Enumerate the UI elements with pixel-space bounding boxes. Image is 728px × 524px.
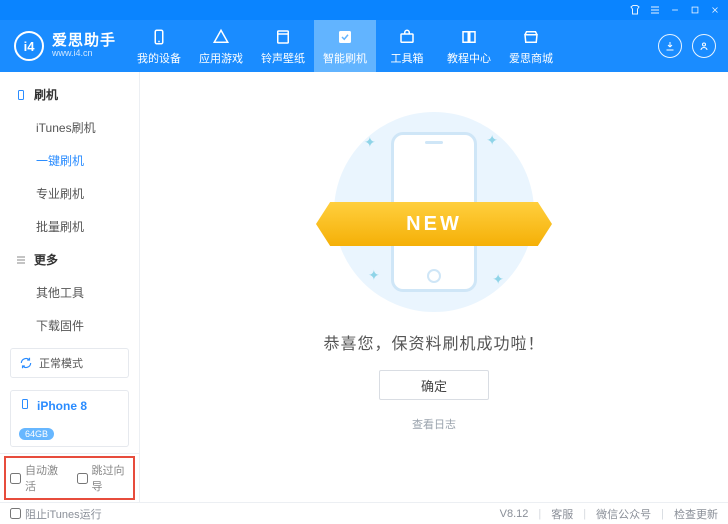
mode-box[interactable]: 正常模式: [10, 348, 129, 378]
main-panel: ✦ ✦ ✦ ✦ NEW 恭喜您，保资料刷机成功啦！ 确定 查看日志: [140, 72, 728, 502]
tab-apps[interactable]: 应用游戏: [190, 20, 252, 72]
storage-badge: 64GB: [19, 428, 54, 440]
wallpaper-icon: [273, 27, 293, 47]
sidebar: 刷机 iTunes刷机 一键刷机 专业刷机 批量刷机 更多 其他工具 下载固件 …: [0, 72, 140, 502]
download-button[interactable]: [658, 34, 682, 58]
sidebar-item-other-tools[interactable]: 其他工具: [0, 276, 139, 309]
new-ribbon: NEW: [316, 202, 552, 246]
view-log-link[interactable]: 查看日志: [412, 416, 456, 432]
tab-label: 我的设备: [137, 50, 181, 66]
tab-mall[interactable]: 爱思商城: [500, 20, 562, 72]
device-box[interactable]: iPhone 8 64GB: [10, 390, 129, 447]
logo-text: 爱思助手 www.i4.cn: [52, 33, 116, 59]
tab-tutorial[interactable]: 教程中心: [438, 20, 500, 72]
block-itunes-input[interactable]: [10, 508, 21, 519]
skip-wizard-checkbox[interactable]: 跳过向导: [77, 462, 130, 494]
auto-activate-checkbox[interactable]: 自动激活: [10, 462, 63, 494]
sidebar-group-more: 更多: [0, 243, 139, 276]
logo-badge: i4: [14, 31, 44, 61]
sparkle-icon: ✦: [492, 271, 504, 288]
version-label: V8.12: [500, 508, 529, 520]
maximize-icon[interactable]: [688, 3, 702, 17]
sidebar-group-flash: 刷机: [0, 78, 139, 111]
phone-tiny-icon: [19, 397, 31, 414]
auto-activate-label: 自动激活: [25, 462, 63, 494]
tab-flash[interactable]: 智能刷机: [314, 20, 376, 72]
book-icon: [459, 27, 479, 47]
skip-wizard-input[interactable]: [77, 473, 88, 484]
refresh-icon: [19, 356, 33, 370]
tab-label: 应用游戏: [199, 50, 243, 66]
minimize-icon[interactable]: [668, 3, 682, 17]
sparkle-icon: ✦: [368, 267, 380, 284]
tab-label: 爱思商城: [509, 50, 553, 66]
sparkle-icon: ✦: [364, 134, 376, 151]
header-right: [646, 20, 728, 72]
account-button[interactable]: [692, 34, 716, 58]
shop-icon: [521, 27, 541, 47]
separator: |: [661, 508, 664, 520]
tab-tools[interactable]: 工具箱: [376, 20, 438, 72]
tab-label: 铃声壁纸: [261, 50, 305, 66]
close-icon[interactable]: [708, 3, 722, 17]
apps-icon: [211, 27, 231, 47]
skin-icon[interactable]: [628, 3, 642, 17]
app-body: 刷机 iTunes刷机 一键刷机 专业刷机 批量刷机 更多 其他工具 下载固件 …: [0, 72, 728, 502]
skip-wizard-label: 跳过向导: [92, 462, 130, 494]
logo-name-cn: 爱思助手: [52, 33, 116, 48]
block-itunes-label: 阻止iTunes运行: [25, 506, 102, 522]
sidebar-item-itunes-flash[interactable]: iTunes刷机: [0, 111, 139, 144]
header-tabs: 我的设备 应用游戏 铃声壁纸 智能刷机 工具箱 教程中心 爱思商城: [128, 20, 646, 72]
customer-service-link[interactable]: 客服: [551, 506, 573, 522]
statusbar: 阻止iTunes运行 V8.12 | 客服 | 微信公众号 | 检查更新: [0, 502, 728, 524]
tab-device[interactable]: 我的设备: [128, 20, 190, 72]
app-header: i4 爱思助手 www.i4.cn 我的设备 应用游戏 铃声壁纸 智能刷机 工具…: [0, 20, 728, 72]
sidebar-item-download-fw[interactable]: 下载固件: [0, 309, 139, 342]
tab-label: 智能刷机: [323, 50, 367, 66]
check-update-link[interactable]: 检查更新: [674, 506, 718, 522]
menu-icon[interactable]: [648, 3, 662, 17]
wechat-link[interactable]: 微信公众号: [596, 506, 651, 522]
flash-icon: [335, 27, 355, 47]
toolbox-icon: [397, 27, 417, 47]
phone-icon: [149, 27, 169, 47]
device-name: iPhone 8: [37, 399, 87, 413]
sidebar-group-title: 更多: [34, 251, 58, 268]
window-titlebar: [0, 0, 728, 20]
sidebar-group-title: 刷机: [34, 86, 58, 103]
block-itunes-checkbox[interactable]: 阻止iTunes运行: [10, 506, 102, 522]
hero-illustration: ✦ ✦ ✦ ✦ NEW: [334, 112, 534, 312]
sparkle-icon: ✦: [486, 132, 498, 149]
mode-label: 正常模式: [39, 355, 83, 371]
tab-ringtone[interactable]: 铃声壁纸: [252, 20, 314, 72]
success-message: 恭喜您，保资料刷机成功啦！: [323, 330, 544, 354]
sidebar-item-onekey-flash[interactable]: 一键刷机: [0, 144, 139, 177]
logo-name-en: www.i4.cn: [52, 48, 116, 59]
sidebar-item-batch-flash[interactable]: 批量刷机: [0, 210, 139, 243]
activate-row: 自动激活 跳过向导: [0, 453, 139, 502]
phone-small-icon: [14, 88, 28, 102]
more-icon: [14, 253, 28, 267]
auto-activate-input[interactable]: [10, 473, 21, 484]
separator: |: [583, 508, 586, 520]
tab-label: 教程中心: [447, 50, 491, 66]
tab-label: 工具箱: [391, 50, 424, 66]
ok-button[interactable]: 确定: [379, 370, 489, 400]
separator: |: [538, 508, 541, 520]
sidebar-item-pro-flash[interactable]: 专业刷机: [0, 177, 139, 210]
app-logo: i4 爱思助手 www.i4.cn: [0, 20, 128, 72]
